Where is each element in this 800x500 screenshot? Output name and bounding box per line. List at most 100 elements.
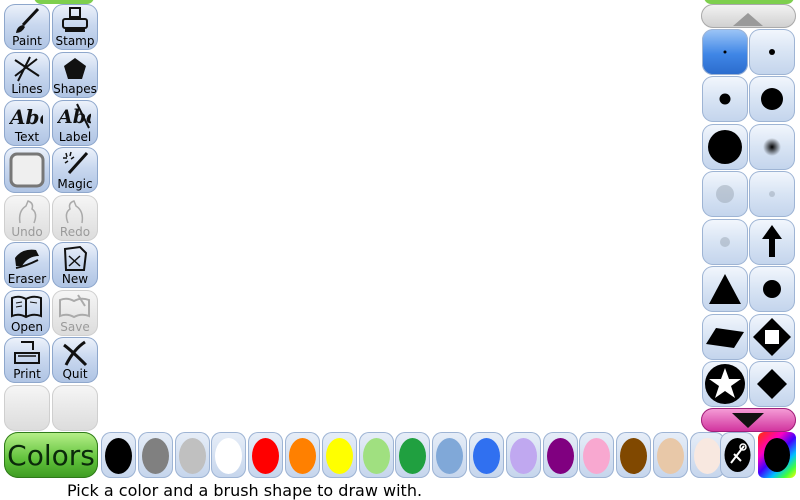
brush-triangle-icon bbox=[709, 274, 741, 304]
brush-14[interactable] bbox=[702, 361, 748, 407]
brush-6[interactable] bbox=[702, 171, 748, 217]
brush-arrow-up-icon bbox=[762, 225, 782, 257]
brush-fuzzy-dot-icon bbox=[763, 138, 781, 156]
color-swatch-dot bbox=[325, 438, 353, 474]
brush-7[interactable] bbox=[749, 171, 795, 217]
color-swatch[interactable] bbox=[285, 432, 320, 478]
open-book-icon bbox=[11, 295, 42, 319]
new-page-icon bbox=[63, 245, 88, 271]
brush-3[interactable] bbox=[749, 76, 795, 122]
brush-medium-dot-icon bbox=[719, 93, 731, 105]
paintbrush-icon bbox=[16, 7, 40, 33]
rainbow-color-button[interactable] bbox=[758, 432, 796, 478]
status-message: Pick a color and a brush shape to draw w… bbox=[67, 481, 423, 500]
color-swatch[interactable] bbox=[174, 432, 210, 478]
color-swatch-dot bbox=[178, 438, 206, 474]
printer-icon bbox=[14, 341, 40, 364]
brush-11[interactable] bbox=[749, 266, 795, 312]
brush-tiny-dot-icon bbox=[723, 50, 727, 54]
tool-open-button[interactable]: Open bbox=[4, 290, 50, 336]
color-swatch[interactable] bbox=[616, 432, 652, 478]
quit-x-icon bbox=[63, 340, 88, 367]
color-swatch-dot bbox=[215, 438, 243, 474]
brush-1[interactable] bbox=[749, 29, 795, 75]
eraser-icon bbox=[15, 249, 39, 269]
tool-paint-button[interactable]: Paint bbox=[4, 4, 50, 50]
text-abc-icon: Abc bbox=[9, 105, 43, 129]
tool-redo-button[interactable]: Redo bbox=[52, 195, 98, 241]
tool-label-label: Label bbox=[58, 130, 92, 144]
color-swatch[interactable] bbox=[137, 432, 173, 478]
color-swatch[interactable] bbox=[469, 432, 504, 478]
tool-new-button[interactable]: New bbox=[52, 242, 98, 288]
label-abc-icon: Abc bbox=[57, 103, 91, 129]
color-swatch[interactable] bbox=[579, 432, 615, 478]
color-swatch-dot bbox=[105, 438, 132, 474]
tool-print-label: Print bbox=[13, 367, 41, 381]
tool-magic-button[interactable]: Magic bbox=[52, 147, 98, 193]
tool-quit-button[interactable]: Quit bbox=[52, 337, 98, 383]
tool-open-label: Open bbox=[10, 320, 44, 334]
brush-scroll-up-button[interactable] bbox=[701, 4, 796, 28]
color-picker-button[interactable] bbox=[720, 432, 755, 478]
tool-lines-button[interactable]: Lines bbox=[4, 52, 50, 98]
color-picker-icon bbox=[724, 438, 751, 472]
tool-eraser-label: Eraser bbox=[7, 272, 47, 286]
color-swatch[interactable] bbox=[505, 432, 541, 478]
tool-print-button[interactable]: Print bbox=[4, 337, 50, 383]
brush-13[interactable] bbox=[749, 314, 795, 360]
drawing-canvas[interactable] bbox=[100, 0, 700, 430]
brush-10[interactable] bbox=[702, 266, 748, 312]
tool-empty-slot bbox=[4, 385, 50, 431]
brush-8[interactable] bbox=[702, 219, 748, 265]
color-swatch[interactable] bbox=[358, 432, 394, 478]
magic-wand-icon bbox=[63, 151, 89, 175]
brush-12[interactable] bbox=[702, 314, 748, 360]
brush-5[interactable] bbox=[749, 124, 795, 170]
pentagon-icon bbox=[64, 58, 86, 79]
brush-9[interactable] bbox=[749, 219, 795, 265]
brush-scroll-down-button[interactable] bbox=[701, 408, 796, 432]
color-swatch-dot bbox=[693, 438, 721, 474]
brush-4[interactable] bbox=[702, 124, 748, 170]
rainbow-color-icon bbox=[764, 438, 790, 472]
tool-fill-button[interactable] bbox=[4, 147, 50, 193]
color-swatch[interactable] bbox=[321, 432, 357, 478]
color-swatch[interactable] bbox=[432, 432, 468, 478]
tool-undo-label: Undo bbox=[11, 225, 43, 239]
color-swatch-dot bbox=[509, 438, 537, 474]
tool-stamp-label: Stamp bbox=[55, 34, 95, 48]
tool-redo-label: Redo bbox=[59, 225, 91, 239]
brush-faint-tiny-dot-icon bbox=[720, 237, 730, 247]
color-swatch[interactable] bbox=[101, 432, 136, 478]
color-swatch[interactable] bbox=[248, 432, 284, 478]
brush-2[interactable] bbox=[702, 76, 748, 122]
tool-label-button[interactable]: Abc Label bbox=[52, 100, 98, 146]
color-swatch-dot bbox=[473, 438, 500, 474]
tool-shapes-button[interactable]: Shapes bbox=[52, 52, 98, 98]
tool-stamp-button[interactable]: Stamp bbox=[52, 4, 98, 50]
color-swatch-dot bbox=[657, 438, 684, 474]
brush-diamond-square-icon bbox=[753, 318, 791, 356]
color-swatch[interactable] bbox=[395, 432, 431, 478]
tool-eraser-button[interactable]: Eraser bbox=[4, 242, 50, 288]
brush-star-icon bbox=[705, 364, 745, 404]
color-swatch[interactable] bbox=[542, 432, 578, 478]
color-swatch-dot bbox=[362, 438, 390, 474]
color-swatch-dot bbox=[141, 438, 169, 474]
lines-icon bbox=[14, 56, 40, 82]
color-swatch-dot bbox=[583, 438, 611, 474]
arrow-down-icon bbox=[732, 413, 764, 428]
tool-save-label: Save bbox=[60, 320, 90, 334]
brush-15[interactable] bbox=[749, 361, 795, 407]
tool-new-label: New bbox=[61, 272, 89, 286]
colors-button[interactable]: Colors bbox=[4, 432, 98, 478]
color-swatch[interactable] bbox=[211, 432, 247, 478]
color-swatch[interactable] bbox=[653, 432, 688, 478]
colors-label: Colors bbox=[7, 439, 95, 472]
tool-text-button[interactable]: Abc Text bbox=[4, 100, 50, 146]
brush-parallelogram-icon bbox=[706, 328, 744, 348]
brush-0[interactable] bbox=[702, 29, 748, 75]
tool-save-button[interactable]: Save bbox=[52, 290, 98, 336]
tool-undo-button[interactable]: Undo bbox=[4, 195, 50, 241]
